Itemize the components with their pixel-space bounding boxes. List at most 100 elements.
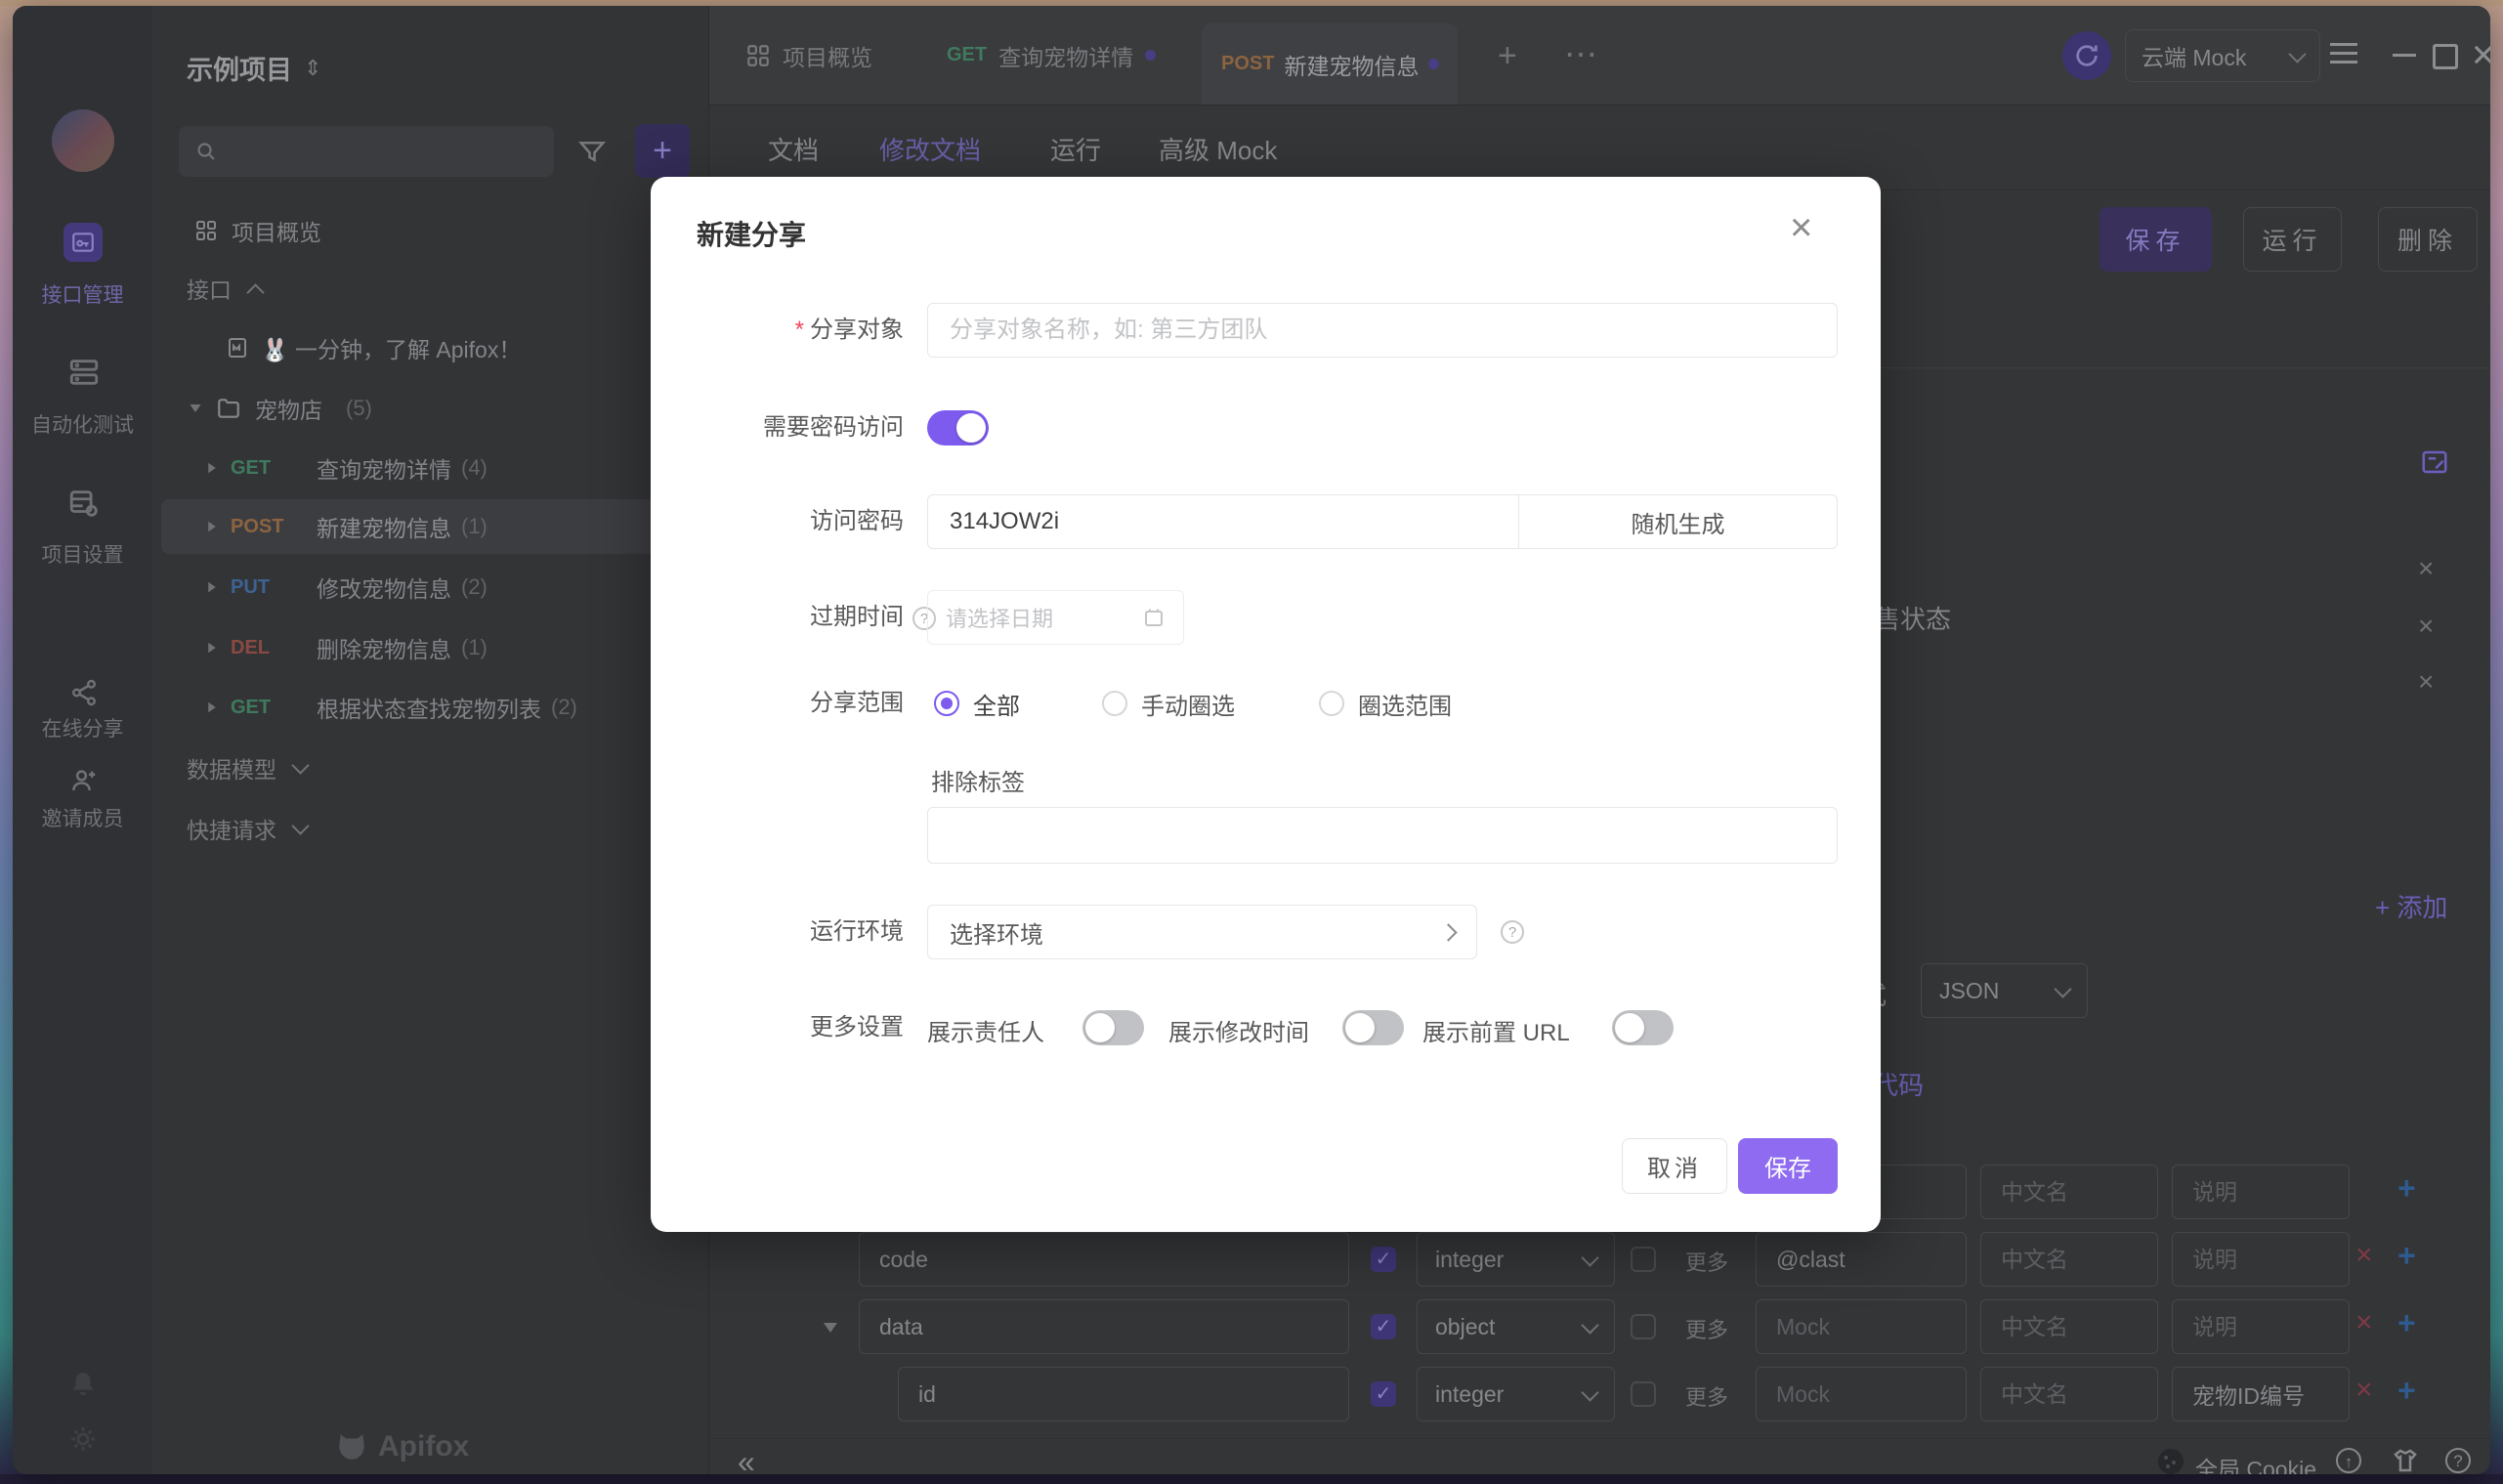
add-child-button[interactable]: +	[2397, 1170, 2416, 1207]
subtab-run[interactable]: 运行	[1050, 131, 1101, 167]
env-help-icon[interactable]: ?	[1501, 920, 1524, 944]
remove-tag-button[interactable]: ×	[2418, 666, 2434, 698]
main-menu-button[interactable]	[2330, 43, 2357, 64]
field-type-select[interactable]: integer	[1417, 1232, 1615, 1287]
field-mock-input[interactable]	[1756, 1232, 1967, 1287]
save-button[interactable]: 保存	[2100, 207, 2212, 272]
tree-endpoint-row[interactable]: PUT 修改宠物信息 (2)	[207, 560, 488, 615]
tab-post-endpoint-active[interactable]: POST 新建宠物信息	[1202, 23, 1458, 105]
add-endpoint-button[interactable]: +	[635, 124, 690, 178]
share-target-input[interactable]	[927, 303, 1838, 358]
remove-tag-button[interactable]: ×	[2418, 553, 2434, 584]
field-mock-input[interactable]	[1756, 1367, 1967, 1421]
run-button[interactable]: 运行	[2243, 207, 2342, 272]
theme-icon[interactable]	[2391, 1446, 2420, 1474]
environment-selector[interactable]: 云端 Mock	[2125, 29, 2320, 82]
field-name-input[interactable]	[859, 1299, 1349, 1354]
add-tab-button[interactable]: +	[1498, 37, 1517, 75]
radio-manual-select[interactable]	[1102, 691, 1127, 716]
modal-save-button[interactable]: 保存	[1738, 1138, 1838, 1194]
add-child-button[interactable]: +	[2397, 1305, 2416, 1341]
tree-endpoint-row[interactable]: DEL 删除宠物信息 (1)	[207, 620, 488, 675]
field-type-select[interactable]: object	[1417, 1299, 1615, 1354]
field-desc-input[interactable]	[2172, 1299, 2350, 1354]
tree-folder-petstore[interactable]: 宠物店 (5)	[189, 381, 372, 436]
settings-button[interactable]	[68, 1424, 98, 1454]
search-input[interactable]	[179, 126, 554, 177]
subtab-doc[interactable]: 文档	[768, 131, 819, 167]
project-switcher[interactable]: 示例项目 ⇕	[187, 49, 321, 87]
generate-password-button[interactable]: 随机生成	[1518, 494, 1838, 549]
api-management-icon[interactable]	[64, 223, 103, 262]
expire-date-picker[interactable]: 请选择日期	[927, 590, 1184, 645]
required-checkbox-checked[interactable]: ✓	[1371, 1314, 1396, 1339]
field-name-input[interactable]	[898, 1367, 1349, 1421]
delete-field-button[interactable]: ×	[2355, 1374, 2373, 1407]
automation-icon-wrap[interactable]	[67, 356, 101, 389]
edit-doc-icon[interactable]	[2420, 447, 2449, 477]
field-desc-input[interactable]	[2172, 1232, 2350, 1287]
collapse-caret-icon[interactable]	[824, 1323, 837, 1333]
more-tabs-button[interactable]: ⋯	[1564, 35, 1599, 74]
window-maximize-button[interactable]	[2433, 44, 2458, 69]
tab-project-overview[interactable]: 项目概览	[745, 6, 872, 105]
show-owner-toggle-off[interactable]	[1082, 1010, 1144, 1045]
tree-section-models[interactable]: 数据模型	[187, 741, 307, 795]
field-cn-input[interactable]	[1980, 1367, 2158, 1421]
radio-all-checked[interactable]	[934, 691, 959, 716]
subtab-advanced-mock[interactable]: 高级 Mock	[1159, 131, 1277, 167]
global-cookie-link[interactable]: 全局 Cookie	[2195, 1451, 2316, 1474]
updates-icon[interactable]: ↑	[2336, 1448, 2361, 1473]
field-mock-input[interactable]	[1756, 1299, 1967, 1354]
sidebar-item-project-settings[interactable]: 项目设置	[13, 539, 152, 569]
required-checkbox-checked[interactable]: ✓	[1371, 1247, 1396, 1272]
subtab-edit-doc-active[interactable]: 修改文档	[879, 131, 981, 167]
tree-endpoint-row[interactable]: GET 查询宠物详情 (4)	[207, 441, 488, 495]
sidebar-item-api-management[interactable]: 接口管理	[13, 279, 152, 309]
cancel-button[interactable]: 取消	[1622, 1138, 1727, 1194]
field-desc-input[interactable]	[2172, 1165, 2350, 1219]
filter-button[interactable]	[577, 137, 607, 166]
tree-item-quickstart-doc[interactable]: 🐰 一分钟，了解 Apifox！	[226, 320, 521, 375]
field-type-select[interactable]: integer	[1417, 1367, 1615, 1421]
required-checkbox-checked[interactable]: ✓	[1371, 1381, 1396, 1407]
add-field-link[interactable]: + 添加	[2375, 888, 2447, 924]
tree-section-quick-request[interactable]: 快捷请求	[187, 801, 307, 856]
password-required-toggle-on[interactable]	[927, 410, 989, 445]
radio-range-select[interactable]	[1319, 691, 1344, 716]
avatar[interactable]	[52, 109, 114, 172]
sidebar-item-online-share[interactable]: 在线分享	[13, 713, 152, 742]
project-settings-icon-wrap[interactable]	[67, 487, 101, 520]
window-close-button[interactable]	[2470, 41, 2490, 68]
add-child-button[interactable]: +	[2397, 1238, 2416, 1274]
more-options-link[interactable]: 更多	[1685, 1380, 1728, 1412]
modal-close-button[interactable]: ×	[1790, 208, 1812, 247]
delete-field-button[interactable]: ×	[2355, 1306, 2373, 1339]
nullable-checkbox[interactable]	[1631, 1381, 1656, 1407]
collapse-sidebar-button[interactable]: «	[738, 1444, 755, 1474]
remove-tag-button[interactable]: ×	[2418, 611, 2434, 642]
access-password-input[interactable]	[927, 494, 1519, 549]
field-cn-input[interactable]	[1980, 1232, 2158, 1287]
exclude-tags-input[interactable]	[927, 807, 1838, 864]
nullable-checkbox[interactable]	[1631, 1247, 1656, 1272]
delete-field-button[interactable]: ×	[2355, 1239, 2373, 1272]
sync-button[interactable]	[2062, 31, 2111, 80]
more-options-link[interactable]: 更多	[1685, 1246, 1728, 1277]
share-icon-wrap[interactable]	[69, 678, 99, 707]
tree-item-overview[interactable]: 项目概览	[194, 203, 321, 258]
show-base-url-toggle-off[interactable]	[1612, 1010, 1674, 1045]
field-name-input[interactable]	[859, 1232, 1349, 1287]
show-modified-time-toggle-off[interactable]	[1342, 1010, 1404, 1045]
tree-endpoint-row[interactable]: GET 根据状态查找宠物列表 (2)	[207, 680, 577, 735]
tab-get-endpoint[interactable]: GET 查询宠物详情	[947, 6, 1156, 105]
nullable-checkbox[interactable]	[1631, 1314, 1656, 1339]
tree-section-api[interactable]: 接口	[187, 262, 262, 315]
more-options-link[interactable]: 更多	[1685, 1313, 1728, 1344]
sidebar-item-invite-members[interactable]: 邀请成员	[13, 803, 152, 832]
run-env-select[interactable]: 选择环境	[927, 905, 1477, 959]
notifications-button[interactable]	[68, 1370, 98, 1399]
field-cn-input[interactable]	[1980, 1165, 2158, 1219]
add-child-button[interactable]: +	[2397, 1373, 2416, 1409]
field-desc-input[interactable]	[2172, 1367, 2350, 1421]
